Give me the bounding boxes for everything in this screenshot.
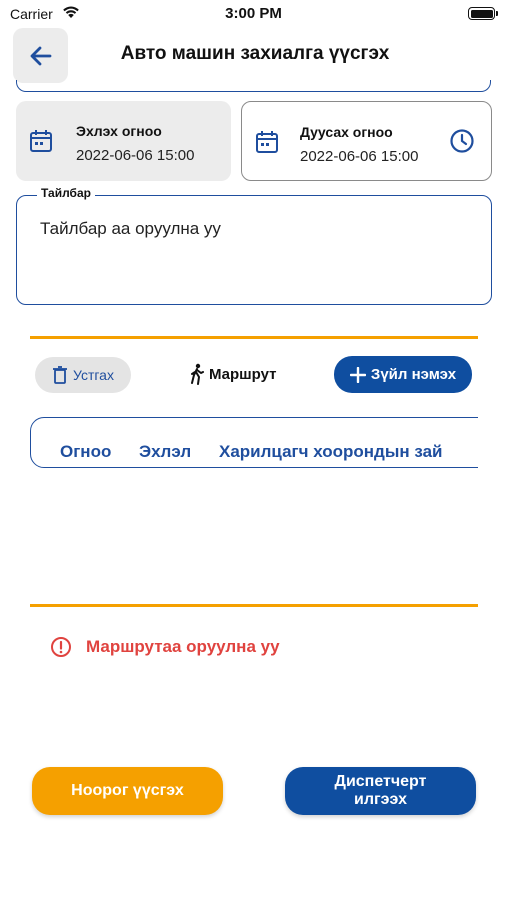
start-date-value: 2022-06-06 15:00 <box>76 147 195 164</box>
create-draft-button[interactable]: Ноорог үүсгэх <box>32 767 223 815</box>
route-label-text: Маршрут <box>209 365 277 383</box>
status-time: 3:00 PM <box>225 5 282 22</box>
send-to-dispatcher-button[interactable]: Диспетчерт илгээх <box>285 767 476 815</box>
end-date-label: Дуусах огноо <box>300 124 393 140</box>
end-date-value: 2022-06-06 15:00 <box>300 148 419 165</box>
start-date-field[interactable]: Эхлэх огноо 2022-06-06 15:00 <box>16 101 231 181</box>
plus-icon <box>349 366 366 383</box>
clock-icon[interactable] <box>449 128 475 154</box>
trash-icon <box>53 366 68 384</box>
end-date-field[interactable]: Дуусах огноо 2022-06-06 15:00 <box>241 101 492 181</box>
send-button-line2: илгээх <box>353 791 408 808</box>
add-item-button[interactable]: Зүйл нэмэх <box>334 356 472 393</box>
section-divider <box>30 604 478 607</box>
delete-button[interactable]: Устгах <box>35 357 131 393</box>
status-bar: Carrier 3:00 PM <box>0 0 507 28</box>
column-header-start: Эхлэл <box>139 442 192 461</box>
back-button[interactable] <box>13 28 68 83</box>
column-header-date: Огноо <box>60 442 112 461</box>
arrow-left-icon <box>30 46 51 65</box>
calendar-icon <box>256 131 278 153</box>
battery-icon <box>468 7 498 20</box>
description-input[interactable] <box>16 195 492 305</box>
walking-icon <box>191 363 204 385</box>
route-section-label: Маршрут <box>188 363 277 385</box>
calendar-icon <box>30 130 52 152</box>
route-error: Маршрутаа оруулна уу <box>50 636 280 658</box>
description-placeholder: Тайлбар аа оруулна уу <box>40 219 221 238</box>
alert-circle-icon <box>51 637 71 657</box>
send-button-line1: Диспетчерт <box>334 773 427 790</box>
error-message: Маршрутаа оруулна уу <box>86 637 280 656</box>
add-item-label: Зүйл нэмэх <box>370 366 457 383</box>
start-date-label: Эхлэх огноо <box>76 123 162 139</box>
page-title: Авто машин захиалга үүсгэх <box>120 43 390 64</box>
section-divider <box>30 336 478 339</box>
route-table[interactable]: Огноо Эхлэл Харилцагч хоорондын зай <box>30 410 478 474</box>
description-label: Тайлбар <box>37 186 95 200</box>
delete-button-label: Устгах <box>73 367 114 383</box>
column-header-distance: Харилцагч хоорондын зай <box>219 442 443 461</box>
scrolled-section-edge <box>16 80 491 92</box>
